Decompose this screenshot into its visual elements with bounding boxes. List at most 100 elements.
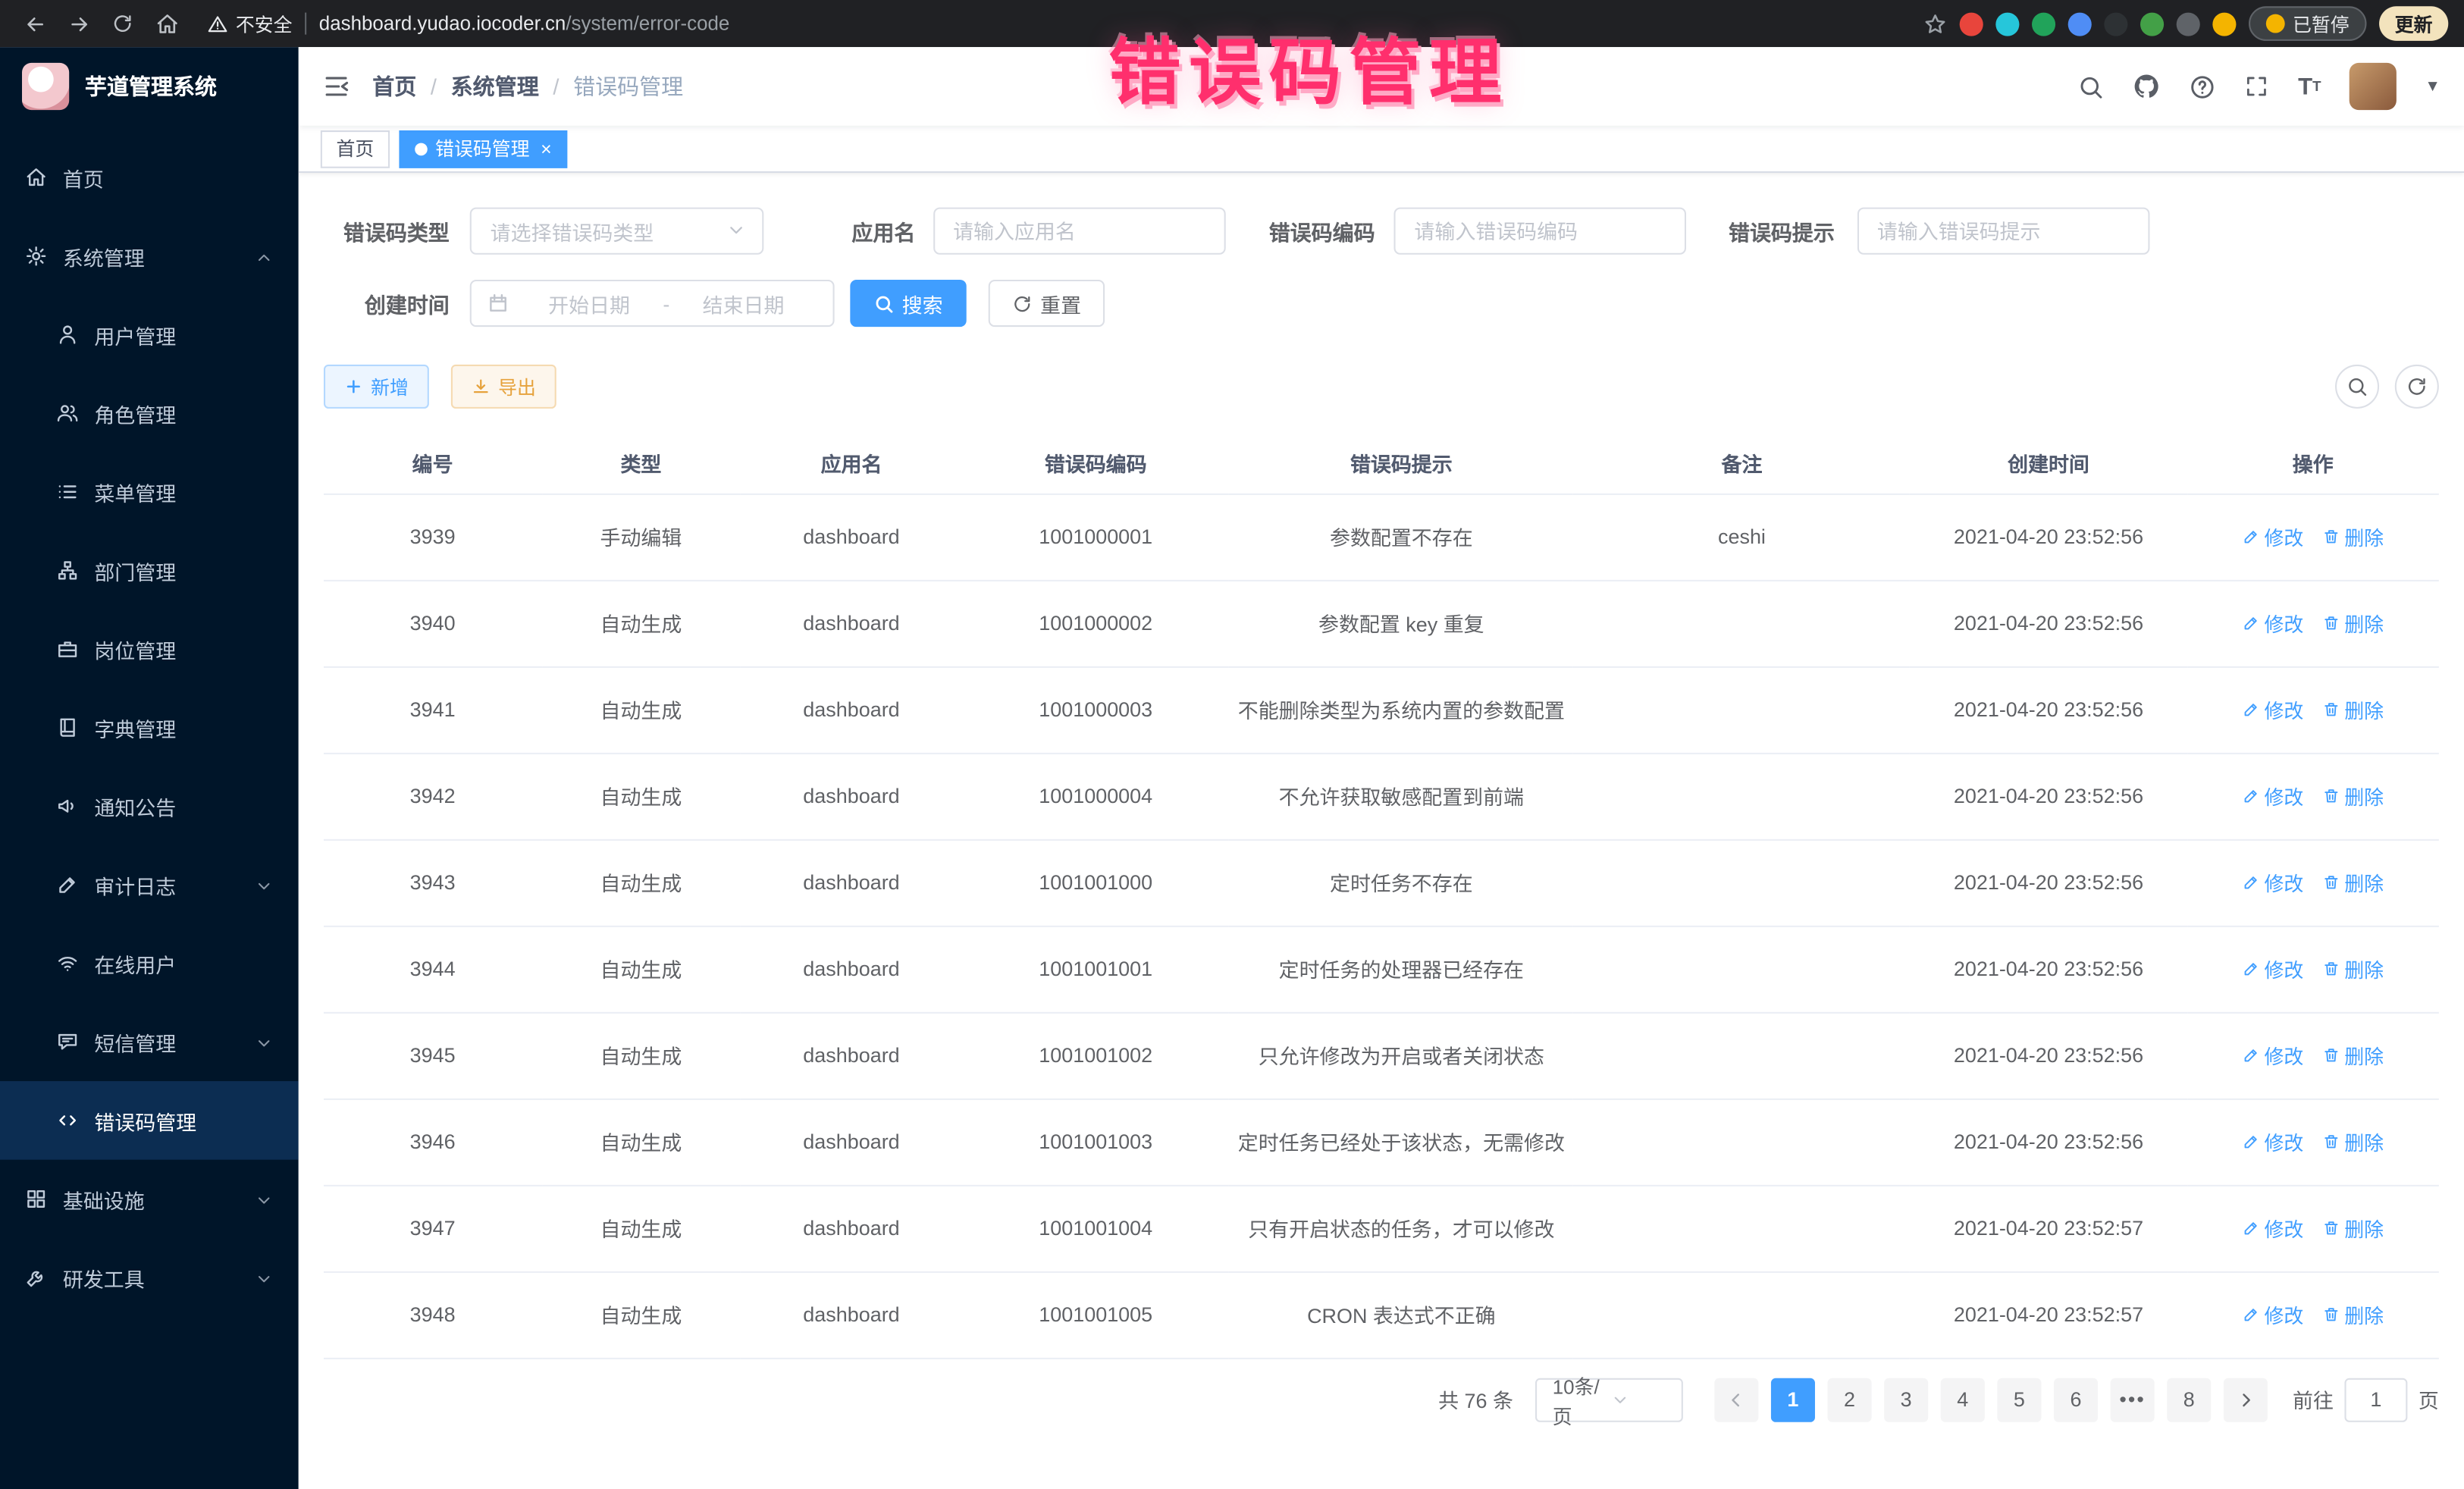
browser-home-button[interactable] (148, 5, 186, 42)
sidebar-item-audit-log[interactable]: 审计日志 (0, 845, 299, 924)
extension-pin-icon[interactable] (2177, 12, 2200, 36)
sidebar-item-menu[interactable]: 菜单管理 (0, 453, 299, 531)
page-button-3[interactable]: 3 (1884, 1378, 1928, 1422)
update-button[interactable]: 更新 (2379, 6, 2448, 41)
user-avatar[interactable] (2350, 63, 2397, 110)
prev-page-button[interactable] (1714, 1378, 1758, 1422)
delete-link[interactable]: 删除 (2322, 694, 2384, 724)
breadcrumb-item[interactable]: 系统管理 (451, 71, 539, 102)
next-page-button[interactable] (2224, 1378, 2268, 1422)
error-code-input[interactable] (1393, 208, 1686, 255)
add-button[interactable]: 新增 (324, 365, 429, 409)
table-row: 3944自动生成dashboard1001001001定时任务的处理器已经存在2… (324, 926, 2439, 1012)
edit-link[interactable]: 修改 (2242, 1299, 2303, 1329)
delete-link[interactable]: 删除 (2322, 954, 2384, 983)
extension-teal-icon[interactable] (1995, 12, 2019, 36)
sidebar-item-user[interactable]: 用户管理 (0, 296, 299, 375)
refresh-table-button[interactable] (2395, 365, 2439, 409)
table-header-row: 编号类型应用名错误码编码错误码提示备注创建时间操作 (324, 434, 2439, 494)
toggle-search-button[interactable] (2335, 365, 2379, 409)
sidebar-item-dict[interactable]: 字典管理 (0, 688, 299, 767)
sidebar-item-post[interactable]: 岗位管理 (0, 610, 299, 688)
calendar-icon (487, 293, 509, 315)
edit-link[interactable]: 修改 (2242, 1213, 2303, 1243)
export-button[interactable]: 导出 (451, 365, 556, 409)
extension-green-badge-icon[interactable] (2032, 12, 2055, 36)
extension-dark-on-icon[interactable] (2104, 12, 2127, 36)
app-name-input[interactable] (933, 208, 1225, 255)
avatar-caret-icon[interactable]: ▼ (2425, 78, 2440, 96)
reset-button[interactable]: 重置 (989, 280, 1105, 327)
search-button[interactable]: 搜索 (850, 280, 966, 327)
paused-chip[interactable]: 已暂停 (2249, 6, 2366, 41)
sidebar-item-system[interactable]: 系统管理 (0, 217, 299, 296)
page-button-6[interactable]: 6 (2054, 1378, 2098, 1422)
sidebar-item-online-user[interactable]: 在线用户 (0, 924, 299, 1003)
sidebar-item-role[interactable]: 角色管理 (0, 374, 299, 453)
cell-type: 自动生成 (541, 753, 740, 839)
delete-link[interactable]: 删除 (2322, 1213, 2384, 1243)
sidebar: 芋道管理系统 首页系统管理用户管理角色管理菜单管理部门管理岗位管理字典管理通知公… (0, 47, 299, 1489)
edit-link[interactable]: 修改 (2242, 694, 2303, 724)
edit-link[interactable]: 修改 (2242, 1040, 2303, 1070)
error-msg-input[interactable] (1857, 208, 2149, 255)
sidebar-item-error-code[interactable]: 错误码管理 (0, 1081, 299, 1160)
bookmark-star-icon[interactable] (1923, 12, 1947, 36)
extension-blue-icon[interactable] (2068, 12, 2092, 36)
delete-link[interactable]: 删除 (2322, 1040, 2384, 1070)
delete-link[interactable]: 删除 (2322, 1127, 2384, 1156)
tab-item[interactable]: 首页 (321, 130, 390, 168)
header-search-icon[interactable] (2078, 73, 2105, 99)
page-button-1[interactable]: 1 (1771, 1378, 1815, 1422)
filter-label-error-msg: 错误码提示 (1729, 215, 1835, 246)
sidebar-item-dev-tools[interactable]: 研发工具 (0, 1238, 299, 1317)
delete-link[interactable]: 删除 (2322, 522, 2384, 551)
page-button-5[interactable]: 5 (1997, 1378, 2041, 1422)
sidebar-toggle-icon[interactable] (322, 72, 350, 100)
more-pages-button[interactable]: ••• (2111, 1378, 2155, 1422)
github-icon[interactable] (2133, 72, 2161, 100)
edit-link[interactable]: 修改 (2242, 954, 2303, 983)
cell-app: dashboard (741, 580, 963, 666)
help-icon[interactable] (2190, 73, 2216, 99)
filter-row-2: 创建时间 开始日期 - 结束日期 搜索 重置 (324, 280, 2439, 327)
edit-link[interactable]: 修改 (2242, 781, 2303, 810)
browser-reload-button[interactable] (104, 5, 142, 42)
extension-leaf-icon[interactable] (2140, 12, 2164, 36)
page-button-8[interactable]: 8 (2167, 1378, 2211, 1422)
edit-link[interactable]: 修改 (2242, 522, 2303, 551)
address-bar[interactable]: 不安全 dashboard.yudao.iocoder.cn/system/er… (208, 10, 1901, 36)
delete-link[interactable]: 删除 (2322, 608, 2384, 638)
not-secure-badge[interactable]: 不安全 (208, 10, 293, 36)
page-button-4[interactable]: 4 (1941, 1378, 1985, 1422)
edit-link[interactable]: 修改 (2242, 867, 2303, 897)
trash-icon (2322, 1306, 2340, 1323)
browser-back-button[interactable] (16, 5, 54, 42)
chevron-down-icon (255, 1191, 274, 1210)
delete-link[interactable]: 删除 (2322, 1299, 2384, 1329)
sidebar-item-notice[interactable]: 通知公告 (0, 766, 299, 845)
date-range-picker[interactable]: 开始日期 - 结束日期 (470, 280, 835, 327)
tab-active[interactable]: 错误码管理× (399, 130, 567, 168)
page-size-select[interactable]: 10条/页 (1535, 1378, 1683, 1422)
extension-red-icon[interactable] (1960, 12, 1983, 36)
font-size-icon[interactable]: TT (2298, 74, 2321, 98)
sidebar-item-home[interactable]: 首页 (0, 138, 299, 217)
delete-link[interactable]: 删除 (2322, 867, 2384, 897)
breadcrumb-item[interactable]: 首页 (372, 71, 416, 102)
cell-actions: 修改删除 (2187, 1271, 2439, 1358)
profile-avatar-icon[interactable] (2212, 12, 2236, 36)
sidebar-item-dept[interactable]: 部门管理 (0, 531, 299, 610)
browser-forward-button[interactable] (60, 5, 98, 42)
delete-link[interactable]: 删除 (2322, 781, 2384, 810)
fullscreen-icon[interactable] (2245, 74, 2270, 99)
goto-page-input[interactable] (2344, 1378, 2407, 1422)
edit-link[interactable]: 修改 (2242, 608, 2303, 638)
sidebar-item-infra[interactable]: 基础设施 (0, 1160, 299, 1239)
sidebar-item-sms[interactable]: 短信管理 (0, 1002, 299, 1081)
page-button-2[interactable]: 2 (1827, 1378, 1871, 1422)
edit-link[interactable]: 修改 (2242, 1127, 2303, 1156)
error-type-select[interactable]: 请选择错误码类型 (470, 208, 764, 255)
cell-time: 2021-04-20 23:52:56 (1910, 753, 2187, 839)
tab-close-icon[interactable]: × (541, 139, 552, 158)
